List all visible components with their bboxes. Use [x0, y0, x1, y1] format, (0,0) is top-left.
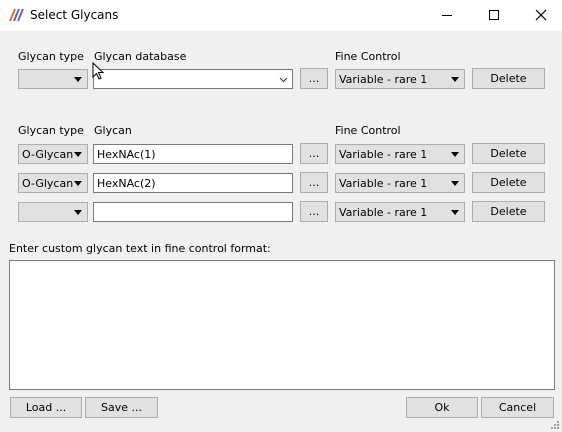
- row2-fine-control-value: Variable - rare 1: [339, 177, 428, 190]
- dropdown-arrow-icon: [451, 210, 459, 215]
- row2-delete-button[interactable]: Delete: [472, 172, 545, 193]
- window-title: Select Glycans: [30, 8, 119, 22]
- db-delete-button[interactable]: Delete: [472, 68, 545, 89]
- minimize-icon: [442, 15, 452, 16]
- db-fine-control-label: Fine Control: [335, 50, 401, 63]
- chevron-down-icon: [279, 77, 288, 83]
- db-fine-control-select[interactable]: Variable - rare 1: [335, 69, 465, 89]
- db-browse-button[interactable]: ...: [300, 68, 328, 89]
- dropdown-arrow-icon: [451, 152, 459, 157]
- row1-delete-button[interactable]: Delete: [472, 143, 545, 164]
- row2-fine-control-select[interactable]: Variable - rare 1: [335, 173, 465, 193]
- row2-glycan-value: HexNAc(2): [97, 177, 156, 190]
- row1-glycan-type-value: O-Glycan: [22, 148, 74, 161]
- db-fine-control-value: Variable - rare 1: [339, 73, 428, 86]
- row3-browse-button[interactable]: ...: [300, 201, 328, 222]
- glycan-type-label: Glycan type: [18, 124, 84, 137]
- dropdown-arrow-icon: [74, 210, 82, 215]
- dropdown-arrow-icon: [451, 77, 459, 82]
- close-button[interactable]: [518, 0, 562, 31]
- maximize-icon: [489, 10, 499, 20]
- ok-button[interactable]: Ok: [406, 397, 478, 418]
- mouse-cursor-icon: [92, 62, 104, 80]
- row1-glycan-input[interactable]: HexNAc(1): [93, 144, 293, 164]
- close-icon: [535, 9, 547, 21]
- cancel-button[interactable]: Cancel: [481, 397, 554, 418]
- db-glycan-type-select[interactable]: [18, 69, 88, 89]
- row3-glycan-type-select[interactable]: [18, 202, 88, 222]
- save-button[interactable]: Save ...: [85, 397, 158, 418]
- custom-glycan-textarea[interactable]: [9, 260, 555, 390]
- row1-fine-control-select[interactable]: Variable - rare 1: [335, 144, 465, 164]
- dropdown-arrow-icon: [74, 77, 82, 82]
- dropdown-arrow-icon: [451, 181, 459, 186]
- row1-browse-button[interactable]: ...: [300, 143, 328, 164]
- row2-glycan-input[interactable]: HexNAc(2): [93, 173, 293, 193]
- glycan-database-label: Glycan database: [94, 50, 187, 63]
- row1-glycan-type-select[interactable]: O-Glycan: [18, 144, 88, 164]
- dropdown-arrow-icon: [74, 152, 82, 157]
- resize-grip-icon[interactable]: [550, 420, 560, 430]
- load-button[interactable]: Load ...: [10, 397, 82, 418]
- db-glycan-type-label: Glycan type: [18, 50, 84, 63]
- glycan-database-select[interactable]: [93, 69, 293, 89]
- custom-glycan-label: Enter custom glycan text in fine control…: [9, 242, 271, 255]
- minimize-button[interactable]: [424, 0, 470, 31]
- app-icon: [9, 8, 24, 22]
- dropdown-arrow-icon: [74, 181, 82, 186]
- row2-browse-button[interactable]: ...: [300, 172, 328, 193]
- row1-glycan-value: HexNAc(1): [97, 148, 156, 161]
- maximize-button[interactable]: [471, 0, 517, 31]
- fine-control-label: Fine Control: [335, 124, 401, 137]
- glycan-label: Glycan: [94, 124, 132, 137]
- row1-fine-control-value: Variable - rare 1: [339, 148, 428, 161]
- row2-glycan-type-value: O-Glycan: [22, 177, 74, 190]
- row3-glycan-input[interactable]: [93, 202, 293, 222]
- title-bar: Select Glycans: [0, 0, 562, 31]
- row3-delete-button[interactable]: Delete: [472, 201, 545, 222]
- row3-fine-control-value: Variable - rare 1: [339, 206, 428, 219]
- row2-glycan-type-select[interactable]: O-Glycan: [18, 173, 88, 193]
- row3-fine-control-select[interactable]: Variable - rare 1: [335, 202, 465, 222]
